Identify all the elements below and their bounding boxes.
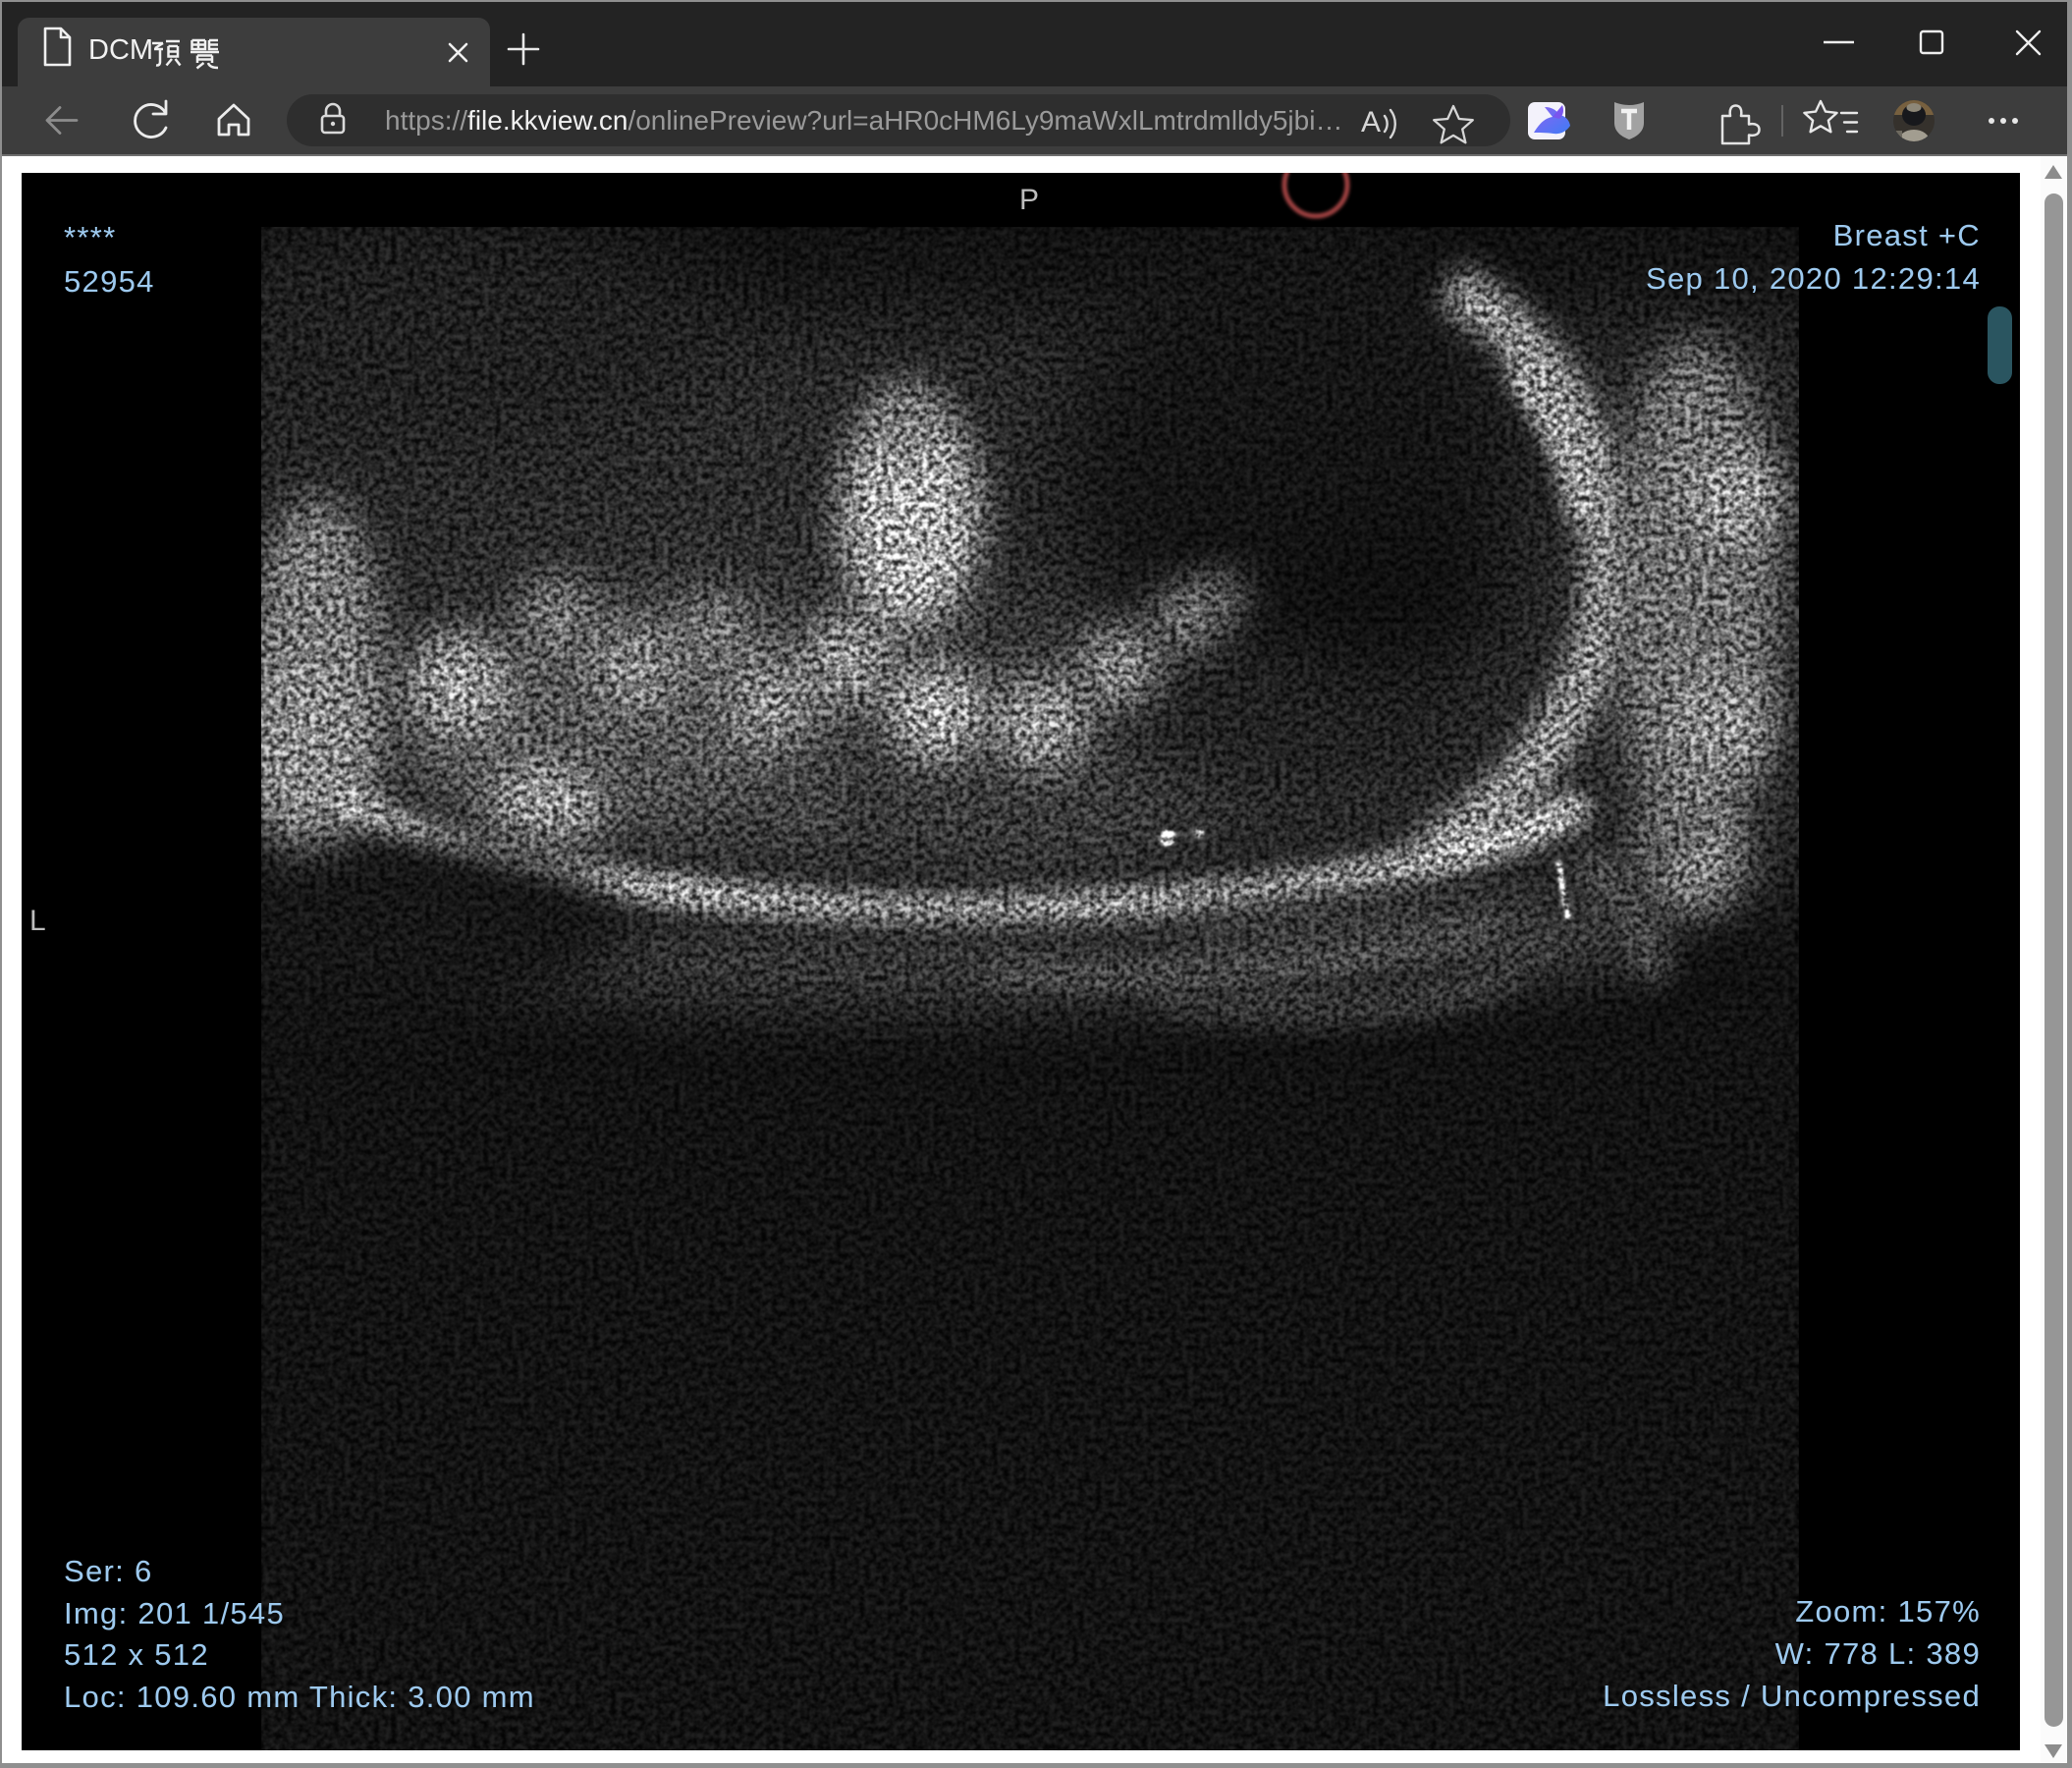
svg-text:Breast +C: Breast +C <box>1833 218 1981 252</box>
svg-text:Img: 201 1/545: Img: 201 1/545 <box>64 1596 285 1630</box>
svg-text:52954: 52954 <box>64 264 155 299</box>
svg-text:Loc: 109.60 mm Thick: 3.00 mm: Loc: 109.60 mm Thick: 3.00 mm <box>64 1680 535 1714</box>
svg-text:L: L <box>29 905 46 937</box>
svg-text:Ser: 6: Ser: 6 <box>64 1554 153 1588</box>
svg-text:512 x 512: 512 x 512 <box>64 1637 209 1672</box>
svg-text:Lossless / Uncompressed: Lossless / Uncompressed <box>1603 1679 1981 1713</box>
svg-text:W: 778 L: 389: W: 778 L: 389 <box>1775 1636 1981 1671</box>
svg-text:A: A <box>1361 106 1381 138</box>
svg-text:****: **** <box>64 220 116 254</box>
svg-text:P: P <box>1019 184 1039 216</box>
svg-text:Zoom: 157%: Zoom: 157% <box>1795 1594 1981 1629</box>
svg-text:Sep 10, 2020 12:29:14: Sep 10, 2020 12:29:14 <box>1646 261 1981 296</box>
